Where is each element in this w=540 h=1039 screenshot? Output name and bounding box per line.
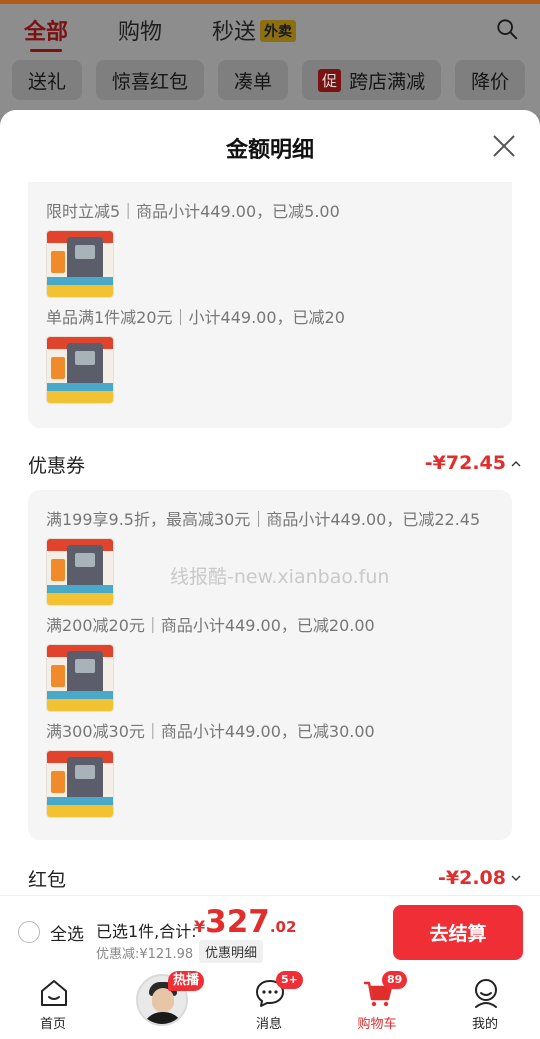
- select-all-radio[interactable]: [18, 921, 40, 943]
- price-decimal: .02: [269, 918, 297, 936]
- tab-home[interactable]: 首页: [8, 967, 98, 1039]
- search-icon[interactable]: [496, 18, 518, 40]
- chevron-up-icon[interactable]: [510, 458, 522, 470]
- discount-detail-button[interactable]: 优惠明细: [199, 940, 264, 963]
- rule-text: 满199享9.5折，最高减30元｜商品小计449.00，已减22.45: [46, 510, 481, 529]
- discount-total: 优惠减:¥121.98: [96, 947, 194, 962]
- chip-add-on[interactable]: 凑单: [218, 60, 289, 100]
- total-price: ¥327.02: [194, 904, 296, 940]
- product-thumbnail: [46, 538, 114, 606]
- checkout-bar: 全选 已选1件,合计: ¥327.02 优惠减:¥121.98 优惠明细 去结算: [0, 895, 540, 967]
- select-all-label[interactable]: 全选: [50, 920, 84, 945]
- discount-group-promo: 限时立减5｜商品小计449.00，已减5.00 单品满1件减20元｜小计449.…: [28, 182, 512, 428]
- message-badge: 5+: [276, 971, 303, 989]
- top-accent-line: [0, 0, 540, 4]
- tab-instant-label: 秒送: [212, 20, 257, 45]
- tab-home-label: 首页: [39, 1017, 66, 1032]
- tab-messages-label: 消息: [255, 1017, 282, 1032]
- sheet-scroll-area[interactable]: 限时立减5｜商品小计449.00，已减5.00 单品满1件减20元｜小计449.…: [0, 182, 540, 895]
- top-tabs: 全部 购物 秒送 外卖: [24, 14, 346, 52]
- chip-gift[interactable]: 送礼: [12, 60, 83, 100]
- sheet-title: 金额明细: [225, 138, 314, 163]
- chevron-down-icon[interactable]: [510, 872, 522, 884]
- tab-me-label: 我的: [471, 1017, 498, 1032]
- cart-badge: 89: [382, 971, 408, 989]
- tab-cart-label: 购物车: [357, 1017, 397, 1032]
- redpacket-amount: -¥2.08: [438, 867, 506, 889]
- top-header: 全部 购物 秒送 外卖 送礼 惊喜红包 凑单 促跨店满减 降价: [0, 0, 540, 115]
- price-currency: ¥: [194, 917, 206, 936]
- live-hot-badge: 热播: [168, 971, 205, 991]
- rule-text: 单品满1件减20元｜小计449.00，已减20: [46, 308, 345, 327]
- discount-group-coupon: 满199享9.5折，最高减30元｜商品小计449.00，已减22.45 满200…: [28, 490, 512, 840]
- chip-cross-store-label: 跨店满减: [349, 70, 426, 93]
- filter-chips: 送礼 惊喜红包 凑单 促跨店满减 降价: [12, 60, 539, 100]
- chip-cross-store[interactable]: 促跨店满减: [302, 60, 442, 100]
- redpacket-label: 红包: [28, 869, 67, 891]
- chip-surprise-redpacket[interactable]: 惊喜红包: [96, 60, 205, 100]
- tab-instant-delivery[interactable]: 秒送 外卖: [212, 14, 297, 46]
- close-icon[interactable]: [492, 134, 516, 158]
- coupon-amount: -¥72.45: [424, 452, 506, 474]
- product-thumbnail: [46, 750, 114, 818]
- price-integer: 327: [205, 904, 270, 940]
- home-icon: [41, 980, 67, 1006]
- takeout-badge: 外卖: [260, 20, 297, 42]
- promo-tag: 促: [318, 68, 342, 92]
- product-thumbnail: [46, 644, 114, 712]
- checkout-button[interactable]: 去结算: [393, 905, 523, 960]
- rule-text: 满300减30元｜商品小计449.00，已减30.00: [46, 722, 375, 741]
- profile-icon: [475, 979, 497, 1008]
- tab-shopping[interactable]: 购物: [118, 14, 162, 46]
- tab-all[interactable]: 全部: [24, 14, 68, 52]
- amount-detail-sheet: 金额明细 限时立减5｜商品小计449.00，已减5.00 单品满1件减20元｜小…: [0, 110, 540, 895]
- selected-count-label: 已选1件,合计:: [96, 922, 197, 941]
- coupon-label: 优惠券: [28, 455, 86, 477]
- tab-messages[interactable]: 5+ 消息: [224, 967, 314, 1039]
- bottom-tab-bar: 首页 热播 5+ 消息 89 购物车 我的: [0, 967, 540, 1039]
- chip-price-drop[interactable]: 降价: [455, 60, 526, 100]
- rule-text: 限时立减5｜商品小计449.00，已减5.00: [46, 202, 340, 221]
- tab-me[interactable]: 我的: [440, 967, 530, 1039]
- product-thumbnail: [46, 230, 114, 298]
- tab-cart[interactable]: 89 购物车: [332, 967, 422, 1039]
- product-thumbnail: [46, 336, 114, 404]
- watermark: 线报酷-new.xianbao.fun: [170, 566, 390, 588]
- rule-text: 满200减20元｜商品小计449.00，已减20.00: [46, 616, 375, 635]
